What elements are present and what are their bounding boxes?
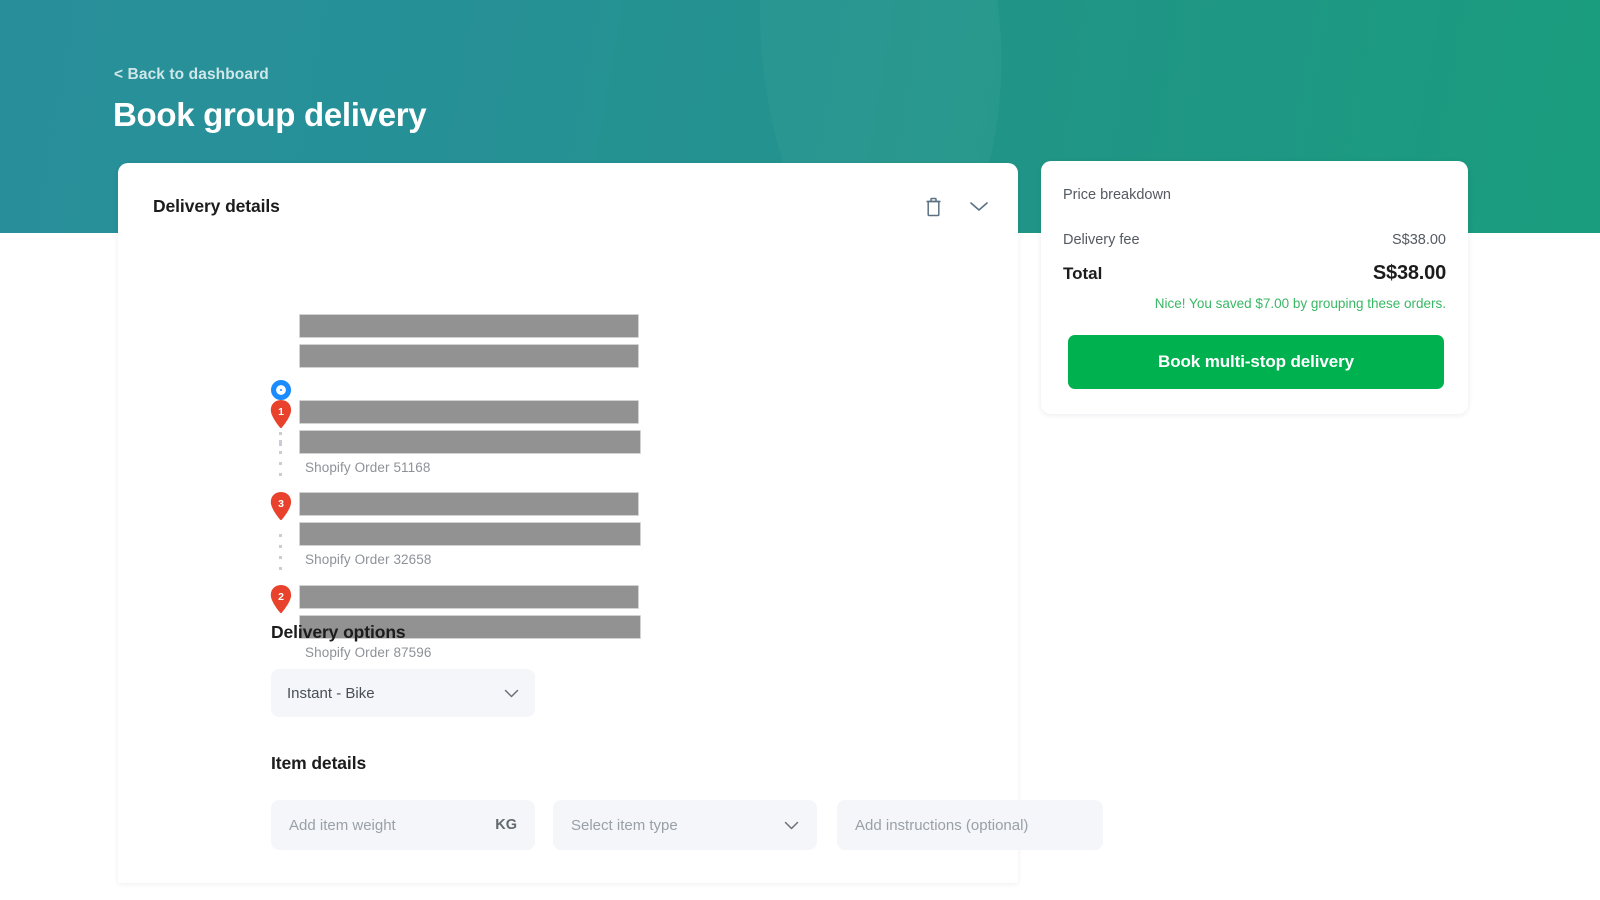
stop-number-label: 2 [270, 591, 292, 603]
stops-timeline: 1 Shopify Order 51168 3 [118, 249, 1018, 677]
total-label: Total [1063, 264, 1102, 284]
weight-unit-label: KG [495, 817, 517, 833]
page-title: Book group delivery [113, 96, 426, 134]
stop-row-pickup[interactable] [118, 314, 1018, 400]
delivery-options-title: Delivery options [271, 622, 406, 643]
stop-row-dropoff-1[interactable]: 1 Shopify Order 51168 [118, 400, 1018, 492]
trash-icon[interactable] [920, 193, 946, 219]
stop-number-label: 3 [270, 498, 292, 510]
stop-row-dropoff-3[interactable]: 3 Shopify Order 32658 [118, 492, 1018, 585]
chevron-down-icon[interactable] [966, 193, 992, 219]
price-breakdown-title: Price breakdown [1063, 187, 1171, 203]
redacted-bar [299, 344, 639, 368]
card-action-buttons [920, 193, 992, 219]
stop-number-label: 1 [270, 406, 292, 418]
back-to-dashboard-link[interactable]: < Back to dashboard [114, 66, 269, 84]
pickup-circle-icon [271, 380, 291, 400]
item-instructions-input[interactable]: Add instructions (optional) [837, 800, 1103, 850]
redacted-bar [299, 585, 639, 609]
redacted-bar [299, 522, 641, 546]
order-reference-label: Shopify Order 87596 [305, 645, 1018, 660]
timeline-connector [279, 440, 282, 484]
item-details-title: Item details [271, 753, 366, 774]
redacted-bar [299, 492, 639, 516]
delivery-details-card: Delivery details [118, 163, 1018, 883]
item-instructions-placeholder: Add instructions (optional) [855, 817, 1028, 834]
item-type-select[interactable]: Select item type [553, 800, 817, 850]
redacted-bar [299, 430, 641, 454]
price-breakdown-card: Price breakdown Delivery fee S$38.00 Tot… [1041, 161, 1468, 414]
delivery-option-select[interactable]: Instant - Bike [271, 669, 535, 717]
savings-note: Nice! You saved $7.00 by grouping these … [1155, 296, 1446, 311]
stop-row-dropoff-2[interactable]: 2 Shopify Order 87596 [118, 585, 1018, 677]
booking-page: < Back to dashboard Book group delivery … [0, 0, 1600, 900]
order-reference-label: Shopify Order 51168 [305, 460, 1018, 475]
item-type-placeholder: Select item type [571, 817, 678, 834]
order-reference-label: Shopify Order 32658 [305, 552, 1018, 567]
item-weight-placeholder: Add item weight [289, 817, 396, 834]
delivery-fee-value: S$38.00 [1392, 232, 1446, 248]
delivery-fee-label: Delivery fee [1063, 232, 1140, 248]
redacted-bar [299, 400, 639, 424]
chevron-down-icon [504, 689, 519, 698]
chevron-down-icon [784, 821, 799, 830]
item-weight-input[interactable]: Add item weight KG [271, 800, 535, 850]
delivery-details-header: Delivery details [118, 163, 1018, 249]
redacted-bar [299, 314, 639, 338]
total-value: S$38.00 [1373, 262, 1446, 285]
book-multi-stop-delivery-button[interactable]: Book multi-stop delivery [1068, 335, 1444, 389]
delivery-details-title: Delivery details [153, 196, 280, 217]
timeline-connector [279, 534, 282, 574]
delivery-option-value: Instant - Bike [287, 685, 375, 702]
